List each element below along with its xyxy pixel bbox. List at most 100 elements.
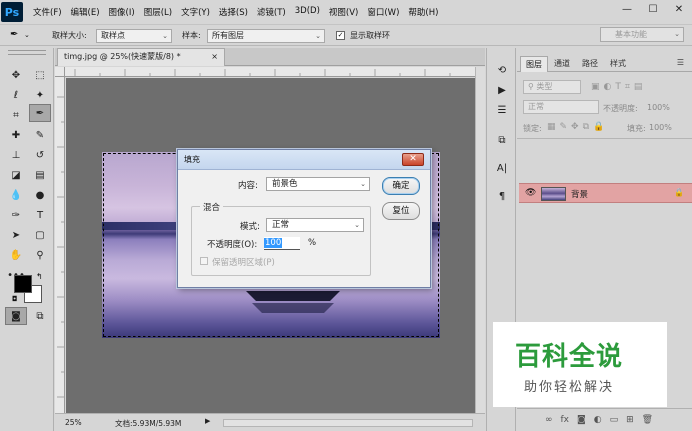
close-tab-icon[interactable]: × xyxy=(211,49,218,65)
default-colors-icon[interactable]: ◘ xyxy=(12,295,18,303)
content-select[interactable]: 前景色 ⌄ xyxy=(266,177,370,191)
dialog-close-button[interactable]: ✕ xyxy=(402,153,424,166)
adjustment-icon[interactable]: ◐ xyxy=(594,415,602,425)
swap-colors-icon[interactable]: ↰ xyxy=(36,272,43,281)
fill-value[interactable]: 100% xyxy=(649,123,672,132)
layer-row-background[interactable]: 👁 背景 🔒 xyxy=(519,183,692,203)
paragraph-panel-icon[interactable]: ¶ xyxy=(493,188,511,204)
menu-image[interactable]: 图像(I) xyxy=(109,6,135,18)
path-selection-tool-icon[interactable]: ➤ xyxy=(5,226,27,244)
chevron-down-icon: ⌄ xyxy=(315,32,321,40)
menu-type[interactable]: 文字(Y) xyxy=(181,6,210,18)
eyedropper-preset-icon[interactable]: ✒ xyxy=(10,29,18,40)
workspace-select[interactable]: 基本功能 ⌄ xyxy=(600,27,684,42)
eyedropper-tool-icon[interactable]: ✒ xyxy=(29,104,51,122)
minimize-button[interactable]: — xyxy=(614,0,640,18)
foreground-color-swatch[interactable] xyxy=(14,275,32,293)
eye-icon[interactable]: 👁 xyxy=(525,188,536,198)
photoshop-logo: Ps xyxy=(1,2,23,22)
clone-source-panel-icon[interactable]: ⧉ xyxy=(493,132,511,148)
document-info[interactable]: 文档:5.93M/5.93M xyxy=(115,418,181,429)
horizontal-ruler xyxy=(65,67,475,77)
sample-select[interactable]: 所有图层 ⌄ xyxy=(207,29,325,43)
close-window-button[interactable]: ✕ xyxy=(666,0,692,18)
chevron-down-icon: ⌄ xyxy=(354,221,360,229)
menu-view[interactable]: 视图(V) xyxy=(329,6,358,18)
tab-channels[interactable]: 通道 xyxy=(548,56,576,72)
menu-file[interactable]: 文件(F) xyxy=(33,6,62,18)
character-panel-icon[interactable]: A| xyxy=(493,160,511,176)
status-menu-arrow-icon[interactable]: ▶ xyxy=(205,417,210,425)
gradient-tool-icon[interactable]: ▤ xyxy=(29,166,51,184)
type-tool-icon[interactable]: T xyxy=(29,206,51,224)
vertical-scrollbar[interactable] xyxy=(475,67,485,413)
history-brush-tool-icon[interactable]: ↺ xyxy=(29,146,51,164)
menu-help[interactable]: 帮助(H) xyxy=(408,6,438,18)
reset-button[interactable]: 复位 xyxy=(382,202,420,220)
mode-value: 正常 xyxy=(272,220,290,230)
panel-menu-icon[interactable]: ☰ xyxy=(677,58,684,67)
new-layer-icon[interactable]: ⊞ xyxy=(626,415,634,425)
opacity-unit: % xyxy=(308,238,317,248)
tab-styles[interactable]: 样式 xyxy=(604,56,632,72)
fx-icon[interactable]: fx xyxy=(561,415,570,425)
menu-3d[interactable]: 3D(D) xyxy=(295,6,320,18)
menu-filter[interactable]: 滤镜(T) xyxy=(257,6,286,18)
lasso-tool-icon[interactable]: ℓ xyxy=(5,86,27,104)
brush-tool-icon[interactable]: ✎ xyxy=(29,126,51,144)
properties-panel-icon[interactable]: ☰ xyxy=(493,102,511,118)
pen-tool-icon[interactable]: ✑ xyxy=(5,206,27,224)
dodge-tool-icon[interactable]: ● xyxy=(29,186,51,204)
mode-select[interactable]: 正常 ⌄ xyxy=(266,218,364,232)
horizontal-scrollbar[interactable] xyxy=(223,419,473,427)
ok-button[interactable]: 确定 xyxy=(382,177,420,195)
toolbar-grip[interactable] xyxy=(8,50,46,55)
show-ring-label: 显示取样环 xyxy=(350,31,390,40)
clone-stamp-tool-icon[interactable]: ⊥ xyxy=(5,146,27,164)
hand-tool-icon[interactable]: ✋ xyxy=(5,246,27,264)
layer-opacity-value[interactable]: 100% xyxy=(647,103,670,112)
group-icon[interactable]: ▭ xyxy=(610,415,619,425)
zoom-tool-icon[interactable]: ⚲ xyxy=(29,246,51,264)
ruler-corner xyxy=(55,67,65,77)
quick-mask-icon[interactable]: ◙ xyxy=(5,307,27,325)
menu-edit[interactable]: 编辑(E) xyxy=(71,6,100,18)
menu-bar: Ps 文件(F) 编辑(E) 图像(I) 图层(L) 文字(Y) 选择(S) 滤… xyxy=(0,0,692,24)
show-ring-checkbox[interactable]: ✓ xyxy=(336,31,345,40)
screen-mode-icon[interactable]: ⧉ xyxy=(29,307,51,325)
healing-brush-tool-icon[interactable]: ✚ xyxy=(5,126,27,144)
eraser-tool-icon[interactable]: ◪ xyxy=(5,166,27,184)
magic-wand-tool-icon[interactable]: ✦ xyxy=(29,86,51,104)
menu-layer[interactable]: 图层(L) xyxy=(144,6,172,18)
menu-window[interactable]: 窗口(W) xyxy=(367,6,399,18)
window-controls: — ☐ ✕ xyxy=(614,0,692,18)
preserve-transparency-checkbox[interactable] xyxy=(200,257,208,265)
crop-tool-icon[interactable]: ⌗ xyxy=(5,106,27,124)
opacity-input[interactable]: 100 xyxy=(264,237,300,250)
sample-size-select[interactable]: 取样点 ⌄ xyxy=(96,29,172,43)
actions-panel-icon[interactable]: ▶ xyxy=(493,82,511,98)
dialog-titlebar[interactable]: 填充 ✕ xyxy=(178,150,430,170)
layer-blend-mode-value: 正常 xyxy=(528,102,544,111)
layer-blend-mode-select[interactable]: 正常 xyxy=(523,100,599,114)
marquee-tool-icon[interactable]: ⬚ xyxy=(29,66,51,84)
filter-icons[interactable]: ▣◐T⌗▤ xyxy=(591,82,646,92)
chevron-down-icon[interactable]: ⌄ xyxy=(24,31,30,39)
move-tool-icon[interactable]: ✥ xyxy=(5,66,27,84)
history-panel-icon[interactable]: ⟲ xyxy=(493,62,511,78)
tab-layers[interactable]: 图层 xyxy=(520,56,548,72)
blur-tool-icon[interactable]: 💧 xyxy=(5,186,27,204)
mask-icon[interactable]: ◙ xyxy=(577,415,586,425)
link-icon[interactable]: ∞ xyxy=(545,415,553,425)
layer-kind-filter[interactable]: ⚲ 类型 xyxy=(523,80,581,94)
zoom-level[interactable]: 25% xyxy=(65,418,82,427)
maximize-button[interactable]: ☐ xyxy=(640,0,666,18)
shape-tool-icon[interactable]: ▢ xyxy=(29,226,51,244)
menu-select[interactable]: 选择(S) xyxy=(219,6,248,18)
search-icon: ⚲ xyxy=(528,82,534,91)
lock-icons[interactable]: ▦✎✥⧉🔒 xyxy=(547,122,608,132)
layer-opacity-label: 不透明度: xyxy=(603,104,638,113)
document-tab[interactable]: timg.jpg @ 25%(快速蒙版/8) * × xyxy=(57,48,225,66)
delete-icon[interactable]: 🗑 xyxy=(642,415,653,425)
tab-paths[interactable]: 路径 xyxy=(576,56,604,72)
